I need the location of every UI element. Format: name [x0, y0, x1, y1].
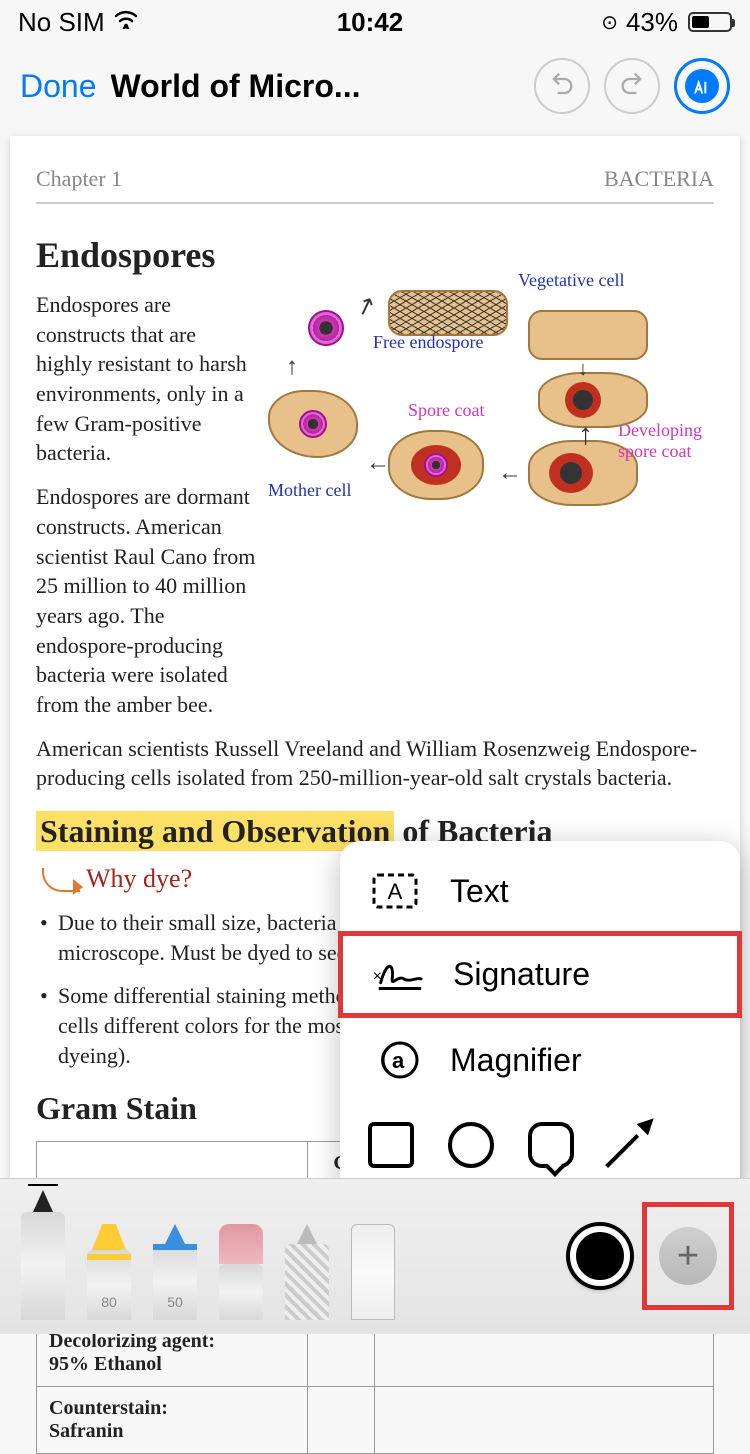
markup-button[interactable] [674, 58, 730, 114]
rotation-lock-icon: ⊙ [601, 10, 618, 35]
add-square-shape[interactable] [368, 1122, 414, 1168]
arrow-icon: ↗ [352, 289, 381, 323]
text-box-icon: A [368, 871, 422, 911]
arrow-icon: ← [366, 450, 390, 477]
status-bar: No SIM 10:42 ⊙ 43% [0, 0, 750, 44]
eraser-tool[interactable] [214, 1224, 268, 1320]
color-picker-button[interactable] [570, 1226, 630, 1286]
lasso-tool[interactable] [280, 1224, 334, 1320]
diagram-label: Vegetative cell [518, 270, 624, 291]
tool-value: 80 [101, 1294, 117, 1310]
add-menu-popup: A Text × Signature a Magnifier [340, 841, 740, 1198]
undo-icon [548, 72, 576, 100]
diagram-label: Mother cell [268, 480, 351, 501]
arrow-icon: ↓ [578, 358, 588, 381]
chapter-label: Chapter 1 [36, 166, 122, 192]
arrow-icon: ↑ [578, 418, 593, 452]
add-arrow-shape[interactable] [608, 1122, 654, 1168]
pen-tool[interactable] [16, 1190, 70, 1320]
highlighter-tool[interactable]: 80 [82, 1224, 136, 1320]
ruler-tool[interactable] [346, 1224, 400, 1320]
wifi-icon [113, 9, 139, 35]
arrow-icon: ↑ [286, 354, 298, 381]
document-title: World of Micro... [111, 68, 521, 105]
add-signature-option[interactable]: × Signature [338, 931, 742, 1018]
add-button[interactable]: + [659, 1227, 717, 1285]
add-speech-bubble-shape[interactable] [528, 1122, 574, 1168]
diagram-label: Free endospore [373, 332, 483, 353]
menu-label: Magnifier [450, 1042, 582, 1079]
paragraph: Endospores are dormant constructs. Ameri… [36, 482, 256, 720]
subject-label: BACTERIA [604, 166, 714, 192]
menu-label: Text [450, 873, 509, 910]
add-text-option[interactable]: A Text [340, 851, 740, 931]
undo-button[interactable] [534, 58, 590, 114]
plus-icon: + [677, 1235, 699, 1278]
signature-icon: × [371, 957, 425, 993]
battery-percent: 43% [626, 7, 678, 38]
clock: 10:42 [337, 7, 404, 38]
tool-value: 50 [167, 1294, 183, 1310]
diagram-label: Spore coat [408, 400, 484, 421]
redo-button[interactable] [604, 58, 660, 114]
redo-icon [618, 72, 646, 100]
endospore-diagram: Vegetative cell Free endospore Mother ce… [268, 290, 714, 550]
carrier-text: No SIM [18, 7, 105, 38]
battery-icon [688, 12, 732, 32]
arrow-icon: ← [498, 460, 522, 487]
done-button[interactable]: Done [20, 68, 97, 105]
svg-text:a: a [392, 1048, 405, 1073]
markup-icon [685, 69, 719, 103]
paragraph: American scientists Russell Vreeland and… [36, 734, 714, 793]
pencil-tool[interactable]: 50 [148, 1224, 202, 1320]
add-magnifier-option[interactable]: a Magnifier [340, 1018, 740, 1102]
add-button-highlight: + [642, 1202, 734, 1310]
paragraph: Endospores are constructs that are highl… [36, 290, 256, 468]
navbar: Done World of Micro... [0, 44, 750, 128]
svg-text:A: A [388, 879, 403, 904]
highlighted-text: Staining and Observation [36, 811, 394, 851]
markup-toolbar: 80 50 + [0, 1178, 750, 1334]
menu-label: Signature [453, 956, 590, 993]
magnifier-icon: a [368, 1038, 422, 1082]
add-circle-shape[interactable] [448, 1122, 494, 1168]
table-row: Counterstain: Safranin [37, 1387, 714, 1454]
